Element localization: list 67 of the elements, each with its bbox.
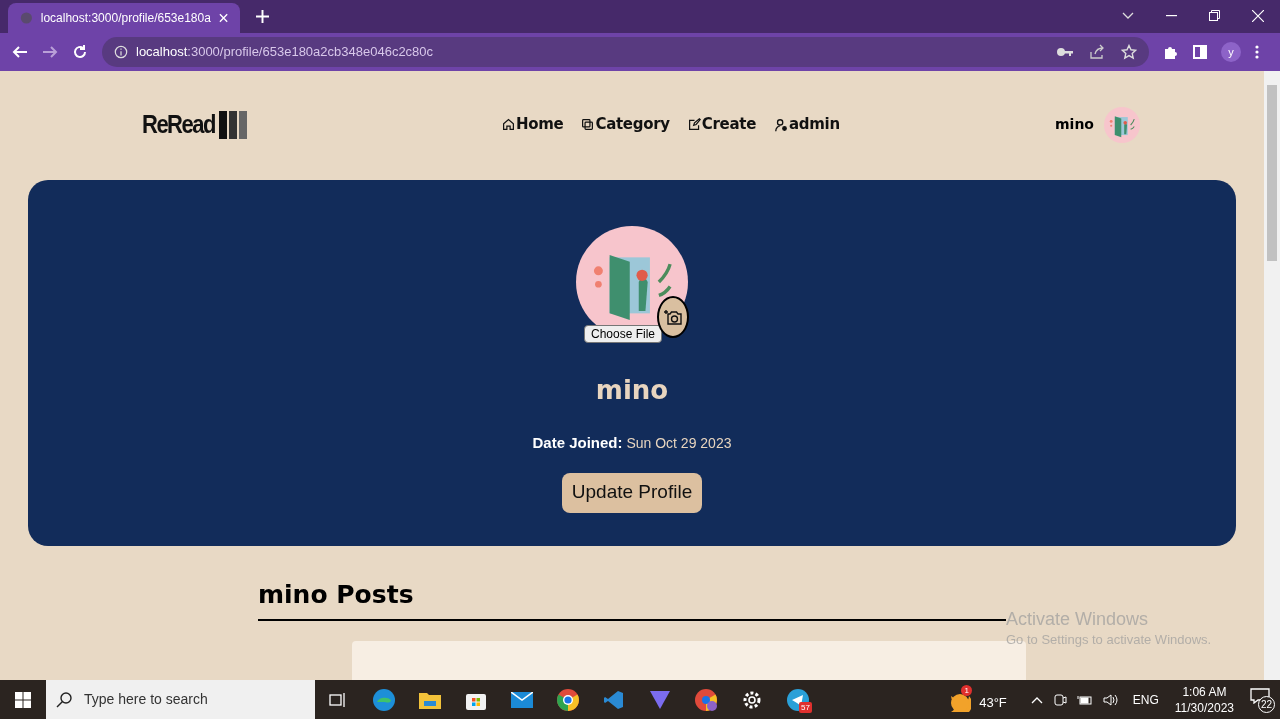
restore-icon[interactable] — [1209, 10, 1220, 21]
browser-tab[interactable]: localhost:3000/profile/653e180a — [8, 3, 240, 33]
nav-link[interactable]: Home — [502, 113, 564, 136]
close-icon[interactable] — [218, 13, 228, 23]
edit-icon — [687, 118, 701, 132]
taskbar-search-field[interactable]: Type here to search — [46, 680, 315, 719]
code-editor-icon — [604, 689, 624, 710]
menu-icon[interactable] — [1255, 45, 1259, 59]
language-indicator[interactable]: ENG — [1132, 690, 1159, 709]
tab-search-icon[interactable] — [1122, 11, 1134, 20]
weather-badge: 1 — [961, 684, 973, 696]
info-icon[interactable] — [114, 45, 128, 59]
folder-icon — [419, 690, 441, 709]
side-panel-icon[interactable] — [1193, 45, 1207, 59]
weather-widget[interactable]: 1 43°F — [949, 684, 1007, 715]
new-tab-icon[interactable] — [256, 10, 269, 23]
search-placeholder: Type here to search — [84, 690, 208, 709]
edge-icon — [372, 687, 396, 712]
copy-icon — [581, 118, 595, 132]
forward-icon[interactable] — [42, 44, 58, 60]
task-view-icon — [329, 691, 347, 708]
choose-file-button[interactable]: Choose File — [584, 325, 663, 344]
profile-avatar[interactable]: y — [1221, 42, 1241, 62]
search-icon — [56, 691, 72, 708]
date-joined: Date Joined: Sun Oct 29 2023 — [532, 433, 732, 454]
chrome-icon — [557, 688, 579, 711]
meet-icon[interactable] — [1052, 692, 1067, 707]
user-name[interactable]: mino — [1055, 114, 1094, 136]
back-icon[interactable] — [12, 44, 28, 60]
nav-link[interactable]: admin — [774, 113, 840, 136]
windows-icon — [15, 691, 31, 708]
settings-icon — [742, 689, 762, 710]
telegram-button[interactable]: 57 — [775, 680, 821, 719]
globe-icon — [20, 11, 33, 25]
speaker-icon[interactable] — [1102, 692, 1119, 707]
close-icon[interactable] — [1252, 9, 1264, 22]
update-profile-button[interactable]: Update Profile — [561, 472, 703, 513]
reload-icon[interactable] — [72, 44, 88, 60]
telegram-badge: 57 — [799, 702, 812, 713]
camera-icon — [664, 309, 682, 326]
triangle-icon — [649, 689, 671, 710]
battery-icon[interactable] — [1076, 693, 1093, 706]
star-icon[interactable] — [1121, 44, 1137, 60]
nav-link[interactable]: Category — [581, 113, 670, 136]
tab-title: localhost:3000/profile/653e180a — [40, 10, 211, 27]
mail-icon — [511, 691, 533, 708]
chrome-icon — [695, 688, 717, 711]
posts-heading: mino Posts — [258, 578, 415, 611]
home-icon — [502, 118, 515, 132]
share-icon[interactable] — [1089, 44, 1105, 60]
minimize-icon[interactable] — [1166, 14, 1177, 17]
key-icon[interactable] — [1057, 47, 1073, 57]
chevron-up-icon[interactable] — [1030, 695, 1043, 704]
logo-bars-icon — [218, 110, 247, 139]
user-icon — [774, 117, 788, 132]
notification-count: 22 — [1258, 695, 1275, 713]
nav-link[interactable]: Create — [687, 113, 756, 136]
logo-text[interactable]: ReRead — [142, 105, 215, 144]
puzzle-icon[interactable] — [1163, 44, 1179, 60]
clock[interactable]: 1:06 AM 11/30/2023 — [1174, 683, 1234, 716]
profile-name: mino — [595, 374, 669, 408]
url-text: localhost:3000/profile/653e180a2cb348e046c2c80c — [136, 43, 434, 62]
notification-button[interactable]: 22 — [1250, 687, 1274, 712]
address-bar[interactable]: localhost:3000/profile/653e180a2cb348e046c2c80c — [102, 37, 1149, 67]
user-avatar — [1104, 106, 1140, 143]
temperature: 43°F — [979, 693, 1007, 712]
scrollbar[interactable] — [1264, 71, 1280, 680]
